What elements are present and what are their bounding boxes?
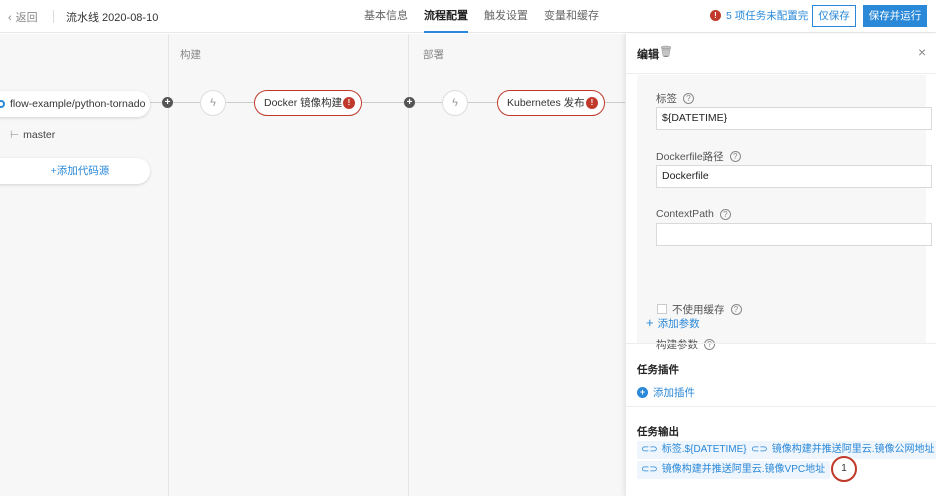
branch-name: master	[23, 129, 56, 141]
add-param-button[interactable]: + 添加参数	[646, 315, 700, 331]
output-count-badge: 1	[831, 456, 857, 482]
task-form: 标签 ? ${DATETIME} Dockerfile路径 ? Dockerfi…	[637, 75, 932, 351]
link-icon: ⊂⊃	[641, 464, 658, 475]
chevron-left-icon: ‹	[8, 12, 12, 24]
help-icon[interactable]: ?	[729, 151, 741, 162]
error-icon: !	[710, 10, 721, 21]
context-path-input[interactable]	[656, 223, 932, 246]
tag-input[interactable]: ${DATETIME}	[656, 107, 932, 130]
add-stage-icon[interactable]: +	[404, 97, 415, 108]
link-icon: ⊂⊃	[751, 444, 768, 455]
connector-line	[150, 102, 200, 103]
divider	[53, 10, 54, 23]
tag-field-label: 标签 ?	[656, 91, 694, 106]
lightning-icon[interactable]: ϟ	[442, 90, 468, 116]
tab-basic-info[interactable]: 基本信息	[364, 0, 408, 33]
add-param-label: 添加参数	[657, 318, 700, 330]
connector-line	[605, 102, 625, 103]
trash-icon[interactable]: 🗑	[659, 45, 673, 58]
plus-icon: +	[646, 315, 654, 330]
edit-panel: 编辑 🗑 × 标签 ? ${DATETIME} Dockerfile路径 ? D…	[625, 34, 936, 496]
help-icon[interactable]: ?	[683, 93, 694, 104]
incomplete-tasks-warning[interactable]: ! 5 项任务未配置完	[710, 8, 808, 23]
repo-name: flow-example/python-tornado	[10, 98, 146, 110]
context-path-label-text: ContextPath	[656, 208, 714, 220]
top-bar: ‹ 返回 流水线 2020-08-10 基本信息 流程配置 触发设置 变量和缓存 …	[0, 0, 936, 33]
close-icon[interactable]: ×	[918, 44, 926, 60]
connector-line	[362, 102, 442, 103]
dockerfile-path-input[interactable]: Dockerfile	[656, 165, 932, 188]
stage-label-build: 构建	[180, 49, 201, 61]
task-label: Kubernetes 发布	[507, 97, 585, 109]
build-params-label-text: 构建参数	[656, 339, 698, 351]
output-tag[interactable]: ⊂⊃ 标签.${DATETIME}	[637, 441, 752, 459]
output-tag-text: 镜像构建并推送阿里云.镜像公网地址	[771, 444, 935, 455]
section-divider	[626, 343, 936, 344]
task-kubernetes-deploy[interactable]: Kubernetes 发布 !	[497, 90, 605, 116]
help-icon[interactable]: ?	[730, 304, 742, 315]
dockerfile-label-text: Dockerfile路径	[656, 151, 724, 163]
panel-title: 编辑	[637, 49, 659, 61]
tab-flow-config[interactable]: 流程配置	[424, 0, 468, 33]
tag-label-text: 标签	[656, 93, 677, 105]
branch-icon: ⊢	[10, 129, 20, 141]
add-source-button[interactable]: +添加代码源	[0, 158, 150, 184]
panel-header: 编辑 🗑 ×	[626, 34, 936, 74]
outputs-section-title: 任务输出	[637, 426, 679, 438]
save-only-button[interactable]: 仅保存	[812, 5, 856, 27]
dockerfile-field-label: Dockerfile路径 ?	[656, 149, 741, 164]
plus-circle-icon: +	[637, 387, 648, 398]
link-icon: ⊂⊃	[641, 444, 658, 455]
pipeline-canvas: 构建 部署 flow-example/python-tornado ⊢ maste…	[0, 34, 625, 496]
app-root: ‹ 返回 流水线 2020-08-10 基本信息 流程配置 触发设置 变量和缓存 …	[0, 0, 936, 496]
output-tag-text: 镜像构建并推送阿里云.镜像VPC地址	[661, 464, 826, 475]
task-docker-build[interactable]: Docker 镜像构建 !	[254, 90, 362, 116]
plugins-section-title: 任务插件	[637, 364, 679, 376]
source-repo-card[interactable]: flow-example/python-tornado	[0, 91, 150, 117]
add-plugin-button[interactable]: + 添加插件	[637, 385, 695, 400]
save-and-run-button[interactable]: 保存并运行	[863, 5, 927, 27]
back-label: 返回	[15, 12, 38, 24]
lightning-icon[interactable]: ϟ	[200, 90, 226, 116]
back-button[interactable]: ‹ 返回	[8, 9, 38, 25]
add-plugin-label: 添加插件	[653, 387, 695, 399]
error-icon: !	[343, 97, 355, 109]
tab-trigger-settings[interactable]: 触发设置	[484, 0, 528, 33]
stage-label-deploy: 部署	[423, 49, 444, 61]
context-path-field-label: ContextPath ?	[656, 208, 731, 220]
output-tag-text: 标签.${DATETIME}	[661, 444, 747, 455]
build-params-label: 构建参数 ?	[656, 337, 715, 352]
branch-item[interactable]: ⊢ master	[10, 129, 55, 141]
connector-line	[468, 102, 497, 103]
help-icon[interactable]: ?	[719, 208, 731, 220]
repo-status-icon	[0, 100, 5, 108]
tab-variables-cache[interactable]: 变量和缓存	[544, 0, 599, 33]
output-tag[interactable]: ⊂⊃ 镜像构建并推送阿里云.镜像VPC地址	[637, 461, 831, 479]
warning-text: 5 项任务未配置完	[726, 10, 809, 22]
section-divider	[626, 406, 936, 407]
error-icon: !	[586, 97, 598, 109]
task-label: Docker 镜像构建	[264, 97, 343, 109]
help-icon[interactable]: ?	[704, 339, 715, 350]
tab-bar: 基本信息 流程配置 触发设置 变量和缓存	[364, 0, 615, 33]
connector-line	[226, 102, 254, 103]
add-stage-icon[interactable]: +	[162, 97, 173, 108]
pipeline-title: 流水线 2020-08-10	[66, 12, 159, 24]
no-cache-checkbox[interactable]	[657, 304, 667, 314]
